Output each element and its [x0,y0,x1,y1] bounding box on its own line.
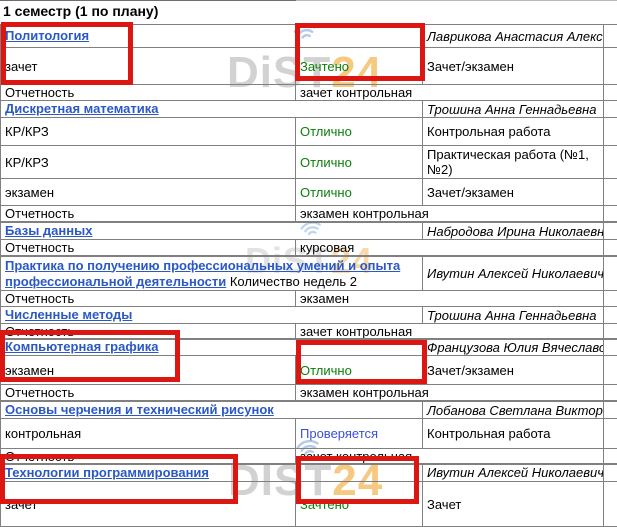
teacher-name: Набродова Ирина Николаевна [423,223,604,240]
clipped-cell [604,339,617,356]
grade-cell: Отлично [296,146,423,179]
otchetnost-value: зачет контрольная [296,85,604,101]
subject-cell: Практика по получению профессиональных у… [1,257,423,291]
subject-cell: Базы данных [1,223,423,240]
grade-cell: Отлично [296,179,423,206]
subject-block-praktika: Практика по получению профессиональных у… [0,256,617,307]
otchetnost-value: экзамен [296,291,604,307]
grade-cell: Отлично [296,118,423,146]
teacher-name: Трошина Анна Геннадьевна [423,101,604,118]
control-type-cell: КР/КРЗ [1,118,296,146]
clipped-cell [604,223,617,240]
work-type-cell: Контрольная работа [423,419,604,449]
work-type-cell: Зачет/экзамен [423,48,604,85]
otchetnost-label: Отчетность [1,85,296,101]
teacher-name: Французова Юлия Вячеславов [423,339,604,356]
subject-block-chislennye-metody: Численные методы Трошина Анна Геннадьевн… [0,306,617,340]
control-type-cell: экзамен [1,356,296,385]
header-divider [0,0,296,1]
subject-block-politologiya: Политология Лаврикова Анастасия Алекса з… [0,24,617,101]
clipped-cell [604,179,617,206]
otchetnost-label: Отчетность [1,240,296,256]
grade-cell: Зачтено [296,482,423,527]
subject-cell: Основы черчения и технический рисунок [1,402,423,419]
otchetnost-label: Отчетность [1,206,296,222]
subject-block-diskretnaya-matematika: Дискретная математика Трошина Анна Генна… [0,100,617,222]
subject-link[interactable]: Компьютерная графика [5,339,158,354]
otchetnost-value: курсовая [296,240,604,256]
subject-link[interactable]: Дискретная математика [5,101,159,116]
subject-cell: Компьютерная графика [1,339,423,356]
work-type-cell: Практическая работа (№1, №2) [423,146,604,179]
clipped-cell [604,146,617,179]
control-type-cell: зачет [1,48,296,85]
teacher-name: Ивутин Алексей Николаевич [423,257,604,291]
control-type-cell: зачет [1,482,296,527]
subject-cell: Численные методы [1,307,423,324]
clipped-cell [604,402,617,419]
otchetnost-value: экзамен контрольная [296,385,604,401]
clipped-cell [604,101,617,118]
subject-block-tehnologii-programmirovaniya: Технологии программирования Ивутин Алекс… [0,463,617,527]
clipped-cell [604,85,617,101]
otchetnost-label: Отчетность [1,291,296,307]
weeks-count-label: Количество недель 2 [226,274,357,289]
clipped-cell [604,25,617,48]
subject-link[interactable]: Численные методы [5,307,132,322]
page-title: 1 семестр (1 по плану) [3,3,158,19]
subject-cell: Технологии программирования [1,464,423,482]
clipped-cell [604,257,617,291]
grade-cell: Проверяется [296,419,423,449]
clipped-cell [604,482,617,527]
otchetnost-value: экзамен контрольная [296,206,604,222]
clipped-cell [604,48,617,85]
teacher-name: Лобанова Светлана Викторо [423,402,604,419]
subject-link[interactable]: Технологии программирования [5,465,209,480]
grade-cell: Отлично [296,356,423,385]
teacher-name: Ивутин Алексей Николаевич [423,464,604,482]
clipped-cell [604,464,617,482]
control-type-cell: КР/КРЗ [1,146,296,179]
work-type-cell: Зачет/экзамен [423,179,604,206]
clipped-cell [604,240,617,256]
grade-cell: Зачтено [296,48,423,85]
teacher-name: Трошина Анна Геннадьевна [423,307,604,324]
otchetnost-label: Отчетность [1,385,296,401]
work-type-cell: Зачет/экзамен [423,356,604,385]
clipped-cell [604,307,617,324]
clipped-cell [604,206,617,222]
control-type-cell: контрольная [1,419,296,449]
clipped-cell [604,419,617,449]
clipped-cell [604,356,617,385]
subject-cell: Политология [1,25,423,48]
work-type-cell: Зачет [423,482,604,527]
clipped-cell [604,385,617,401]
subject-link[interactable]: Политология [5,28,89,43]
subject-block-osnovy-chercheniya: Основы черчения и технический рисунок Ло… [0,401,617,465]
clipped-cell [604,291,617,307]
work-type-cell: Контрольная работа [423,118,604,146]
subject-cell: Дискретная математика [1,101,423,118]
clipped-cell [604,118,617,146]
control-type-cell: экзамен [1,179,296,206]
subject-block-kompyuternaya-grafika: Компьютерная графика Французова Юлия Вяч… [0,338,617,401]
subject-block-bazy-dannyh: Базы данных Набродова Ирина Николаевна О… [0,222,617,256]
subject-link[interactable]: Базы данных [5,223,92,238]
subject-link[interactable]: Основы черчения и технический рисунок [5,402,274,417]
teacher-name: Лаврикова Анастасия Алекса [423,25,604,48]
